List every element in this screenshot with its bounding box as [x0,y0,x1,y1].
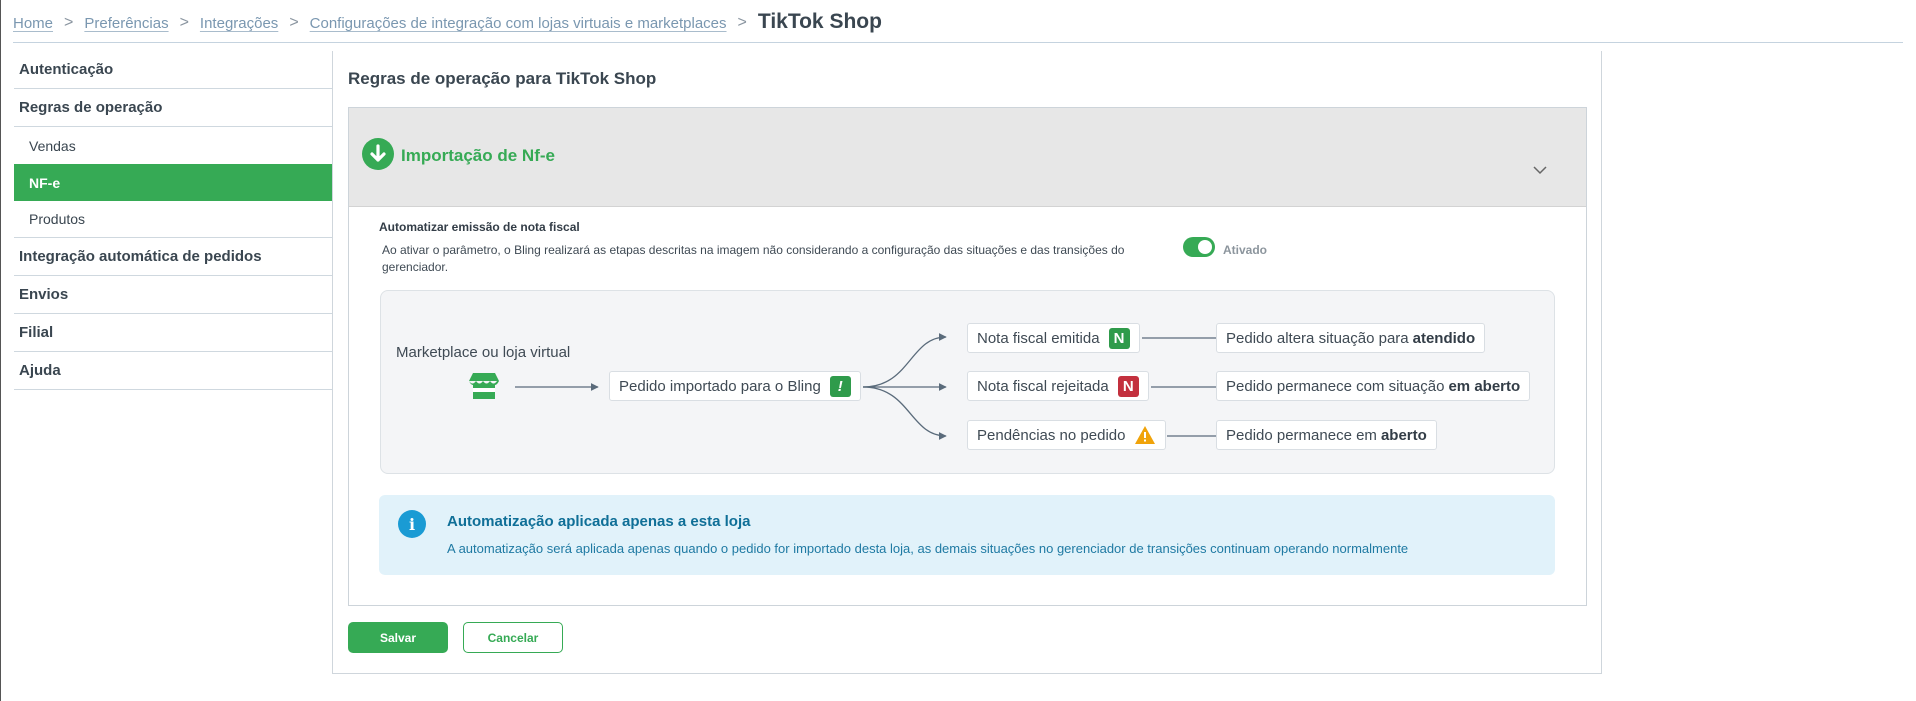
flow-result-atendido: Pedido altera situação para atendido [1216,323,1486,353]
result-emphasis: atendido [1412,329,1476,347]
download-circle-icon [362,138,394,170]
sidebar-item-integracao-automatica[interactable]: Integração automática de pedidos [14,238,332,276]
store-icon [467,372,501,402]
flow-result-aberto: Pedido permanece em aberto [1216,420,1437,450]
info-alert [379,495,1555,575]
sidebar-item-regras-de-operacao[interactable]: Regras de operação [14,89,332,127]
automation-description: Ao ativar o parâmetro, o Bling realizará… [382,243,1125,274]
nf-badge-icon: N [1108,327,1130,349]
sidebar: Autenticação Regras de operação Vendas N… [14,51,332,390]
exclamation-badge-icon: ! [829,375,851,397]
info-title: Automatização aplicada apenas a esta loj… [447,513,751,530]
warning-icon [1135,426,1156,444]
breadcrumb-separator: > [289,14,299,31]
automation-toggle[interactable] [1183,237,1215,257]
result-text: Pedido altera situação para [1226,329,1409,347]
sidebar-item-ajuda[interactable]: Ajuda [14,352,332,390]
page-title: Regras de operação para TikTok Shop [348,69,657,88]
flow-node-nota-emitida: Nota fiscal emitida N [967,323,1140,353]
sidebar-item-produtos[interactable]: Produtos [14,201,332,238]
save-button[interactable]: Salvar [348,622,448,653]
breadcrumb-separator: > [737,14,747,31]
nf-badge-icon: N [1117,375,1139,397]
toggle-knob [1198,240,1212,254]
sidebar-item-envios[interactable]: Envios [14,276,332,314]
chevron-down-icon[interactable] [1532,162,1548,178]
flow-node-nota-rejeitada: Nota fiscal rejeitada N [967,371,1149,401]
breadcrumb-integracoes[interactable]: Integrações [200,15,278,32]
node-text: Pendências no pedido [977,426,1126,444]
result-emphasis: em aberto [1448,377,1521,395]
breadcrumb: Home > Preferências > Integrações > Conf… [13,10,882,34]
source-label: Marketplace ou loja virtual [396,344,571,361]
sidebar-item-filial[interactable]: Filial [14,314,332,352]
section-title: Importação de Nf-e [401,146,555,165]
automation-label: Automatizar emissão de nota fiscal [379,220,580,234]
sidebar-item-autenticacao[interactable]: Autenticação [14,51,332,89]
result-text: Pedido permanece com situação [1226,377,1445,395]
page-heading: TikTok Shop [757,10,882,33]
breadcrumb-preferencias[interactable]: Preferências [84,15,168,32]
sidebar-item-vendas[interactable]: Vendas [14,127,332,164]
breadcrumb-configuracoes[interactable]: Configurações de integração com lojas vi… [310,15,727,32]
breadcrumb-separator: > [64,14,74,31]
cancel-button[interactable]: Cancelar [463,622,563,653]
result-emphasis: aberto [1380,426,1427,444]
result-text: Pedido permanece em [1226,426,1377,444]
breadcrumb-home[interactable]: Home [13,15,53,32]
flow-node-imported: Pedido importado para o Bling ! [609,371,861,401]
flow-node-pendencias: Pendências no pedido [967,420,1167,450]
info-icon: i [398,510,426,538]
node-text: Nota fiscal rejeitada [977,377,1109,395]
node-text: Nota fiscal emitida [977,329,1100,347]
toggle-status-label: Ativado [1223,243,1268,257]
header-divider [13,42,1903,43]
sidebar-item-nfe[interactable]: NF-e [14,164,332,201]
info-text: A automatização será aplicada apenas qua… [447,541,1409,556]
node-text: Pedido importado para o Bling [619,377,821,395]
breadcrumb-separator: > [179,14,189,31]
flow-result-em-aberto: Pedido permanece com situação em aberto [1216,371,1531,401]
